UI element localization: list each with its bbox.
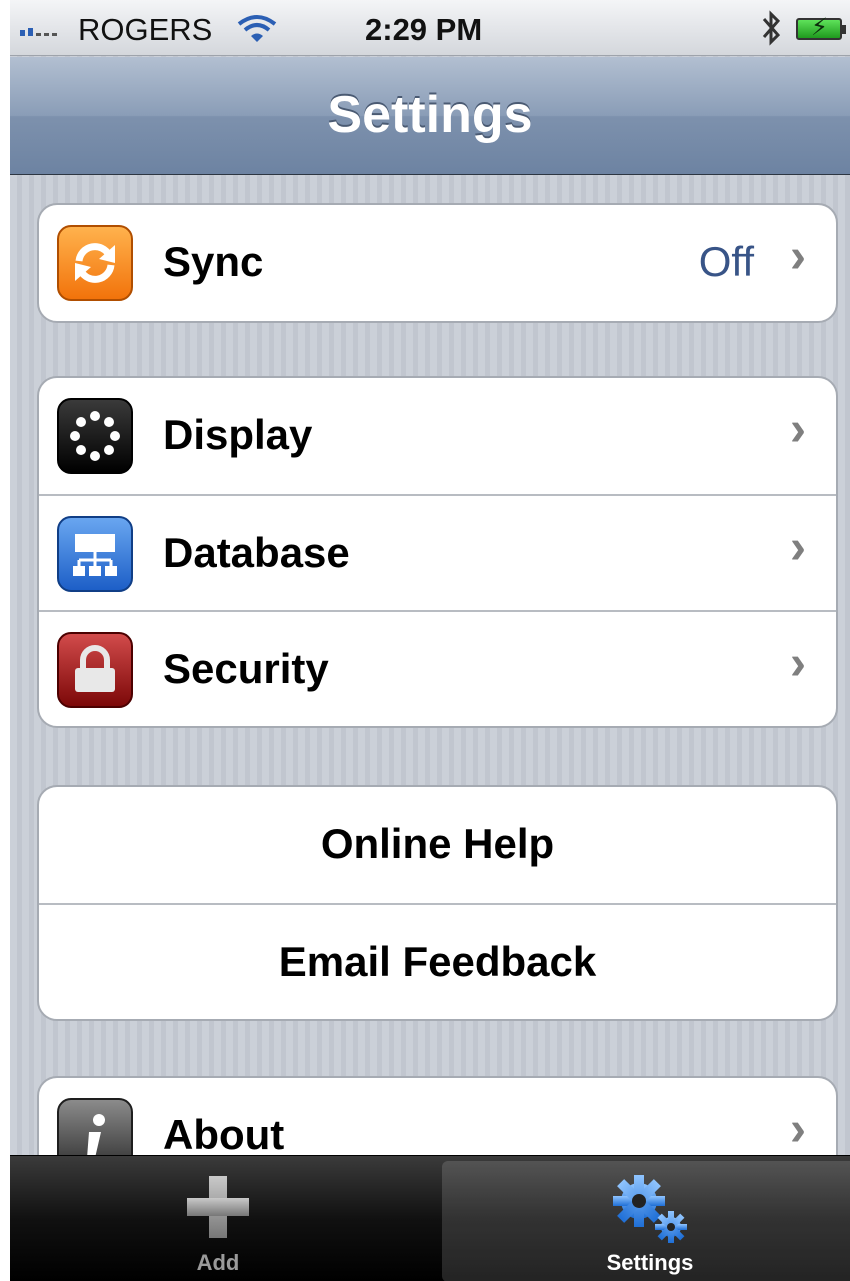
row-label: Security — [163, 645, 329, 692]
settings-row-security[interactable]: Security › — [39, 610, 836, 726]
sync-icon — [57, 225, 133, 301]
email-feedback-button[interactable]: Email Feedback — [39, 903, 836, 1019]
status-bar: ROGERS 2:29 PM ⚡ — [10, 0, 850, 56]
chevron-right-icon: › — [790, 403, 806, 456]
tab-label: Settings — [606, 1250, 694, 1275]
tab-label: Add — [196, 1250, 240, 1275]
navigation-bar: Settings — [10, 57, 850, 175]
row-label: Online Help — [320, 820, 555, 867]
support-group: Online Help Email Feedback — [37, 785, 838, 1021]
database-icon — [57, 516, 133, 592]
row-label: About — [163, 1111, 285, 1158]
row-label: Display — [163, 411, 313, 458]
online-help-button[interactable]: Online Help — [39, 787, 836, 903]
row-label: Sync — [163, 238, 264, 285]
tab-add[interactable]: Add — [10, 1161, 426, 1281]
settings-row-database[interactable]: Database › — [39, 494, 836, 610]
carrier-name: ROGERS — [78, 12, 213, 47]
settings-row-sync[interactable]: Sync Off › — [39, 205, 836, 321]
chevron-right-icon: › — [790, 521, 806, 574]
wifi-icon — [236, 12, 278, 52]
sync-status-value: Off — [698, 238, 754, 285]
config-group: Display › Database › Security › — [37, 376, 838, 728]
chevron-right-icon: › — [790, 637, 806, 690]
lock-icon — [57, 632, 133, 708]
tab-bar: Add Settings — [10, 1155, 850, 1281]
battery-charging-icon: ⚡ — [796, 14, 846, 41]
chevron-right-icon: › — [790, 1103, 806, 1156]
gears-icon — [442, 1167, 850, 1247]
page-title: Settings — [327, 86, 533, 144]
row-label: Email Feedback — [278, 938, 597, 985]
tab-settings[interactable]: Settings — [442, 1161, 850, 1281]
display-icon — [57, 398, 133, 474]
plus-icon — [10, 1167, 426, 1247]
row-label: Database — [163, 529, 350, 576]
bluetooth-icon — [758, 10, 786, 54]
settings-row-display[interactable]: Display › — [39, 378, 836, 494]
app-screen: ROGERS 2:29 PM ⚡ Settings Sync Off › Dis… — [10, 0, 850, 1281]
chevron-right-icon: › — [790, 230, 806, 283]
sync-group: Sync Off › — [37, 203, 838, 323]
signal-strength-icon — [20, 28, 57, 36]
status-time: 2:29 PM — [365, 12, 483, 47]
